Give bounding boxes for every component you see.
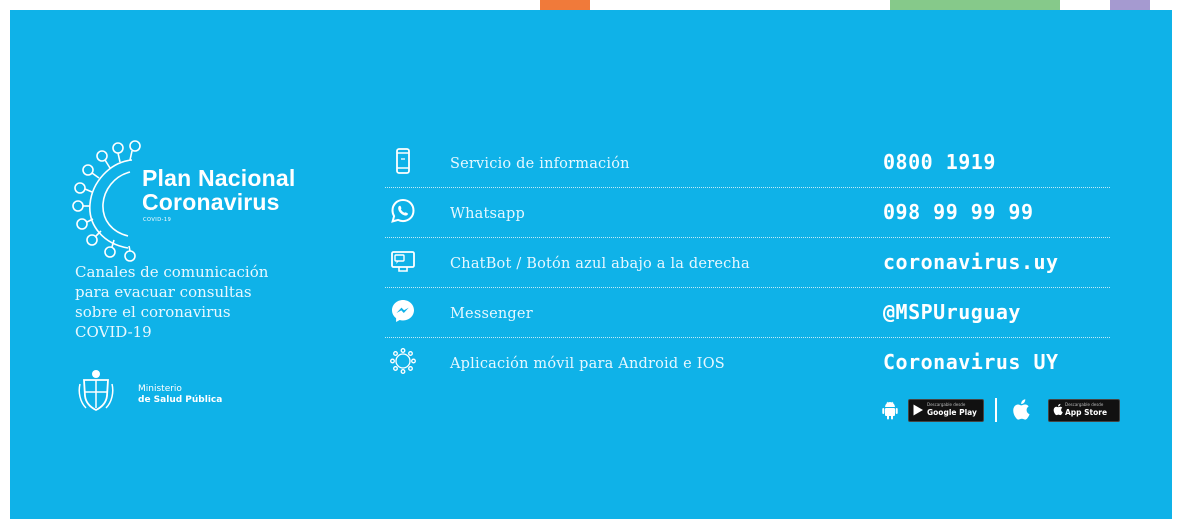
google-play-badge[interactable]: Descargable desde Google Play: [908, 399, 984, 422]
info-banner: Plan Nacional Coronavirus COVID-19 Canal…: [10, 10, 1172, 519]
app-store-badges: Descargable desde Google Play Descargabl…: [882, 398, 1122, 422]
contact-row-mobile-app: Aplicación móvil para Android e IOS Coro…: [385, 338, 1110, 387]
ministry-line1: Ministerio: [138, 384, 182, 394]
contact-row-whatsapp: Whatsapp 098 99 99 99: [385, 188, 1110, 238]
apple-small-icon: [1053, 403, 1063, 416]
top-color-strip: [0, 0, 1182, 10]
channels-description: Canales de comunicación para evacuar con…: [75, 262, 355, 342]
contact-value-app: Coronavirus UY: [883, 350, 1059, 374]
ministry-name: Ministerio de Salud Pública: [138, 384, 222, 406]
contact-label: Servicio de información: [450, 156, 630, 172]
contact-value-phone[interactable]: 0800 1919: [883, 150, 996, 174]
app-store-small-text: Descargable desde: [1065, 402, 1104, 407]
contact-value-whatsapp[interactable]: 098 99 99 99: [883, 200, 1034, 224]
ministry-logo: Ministerio de Salud Pública: [78, 368, 318, 418]
ministry-line2: de Salud Pública: [138, 395, 223, 405]
purple-stripe: [1110, 0, 1150, 10]
orange-stripe: [540, 0, 590, 10]
google-play-label: Google Play: [927, 408, 977, 417]
google-play-small-text: Descargable desde: [927, 402, 966, 407]
plan-title-line1: Plan Nacional: [142, 165, 296, 191]
channels-line: Canales de comunicación: [75, 263, 269, 281]
green-stripe: [890, 0, 1060, 10]
contact-row-info-service: Servicio de información 0800 1919: [385, 138, 1110, 188]
channels-line: COVID-19: [75, 323, 152, 341]
app-store-label: App Store: [1065, 408, 1108, 417]
plan-title: Plan Nacional Coronavirus: [142, 166, 295, 214]
android-icon: [882, 401, 898, 420]
apple-icon: [1013, 399, 1030, 420]
contact-value-messenger[interactable]: @MSPUruguay: [883, 300, 1021, 324]
chat-monitor-icon: [391, 251, 415, 272]
app-store-badge[interactable]: Descargable desde App Store: [1048, 399, 1120, 422]
contact-label: ChatBot / Botón azul abajo a la derecha: [450, 256, 750, 272]
contact-value-website[interactable]: coronavirus.uy: [883, 250, 1059, 274]
contact-label: Aplicación móvil para Android e IOS: [450, 356, 725, 372]
contact-row-messenger: Messenger @MSPUruguay: [385, 288, 1110, 338]
store-divider: [995, 398, 997, 422]
contact-row-chatbot: ChatBot / Botón azul abajo a la derecha …: [385, 238, 1110, 288]
google-play-icon: [913, 404, 923, 416]
contact-channels-list: Servicio de información 0800 1919 Whatsa…: [385, 138, 1110, 387]
coat-of-arms-icon: [78, 370, 114, 412]
channels-line: para evacuar consultas: [75, 283, 252, 301]
app-virus-icon: [390, 348, 416, 374]
contact-label: Messenger: [450, 306, 533, 322]
plan-title-line2: Coronavirus: [142, 189, 280, 215]
contact-label: Whatsapp: [450, 206, 525, 222]
phone-icon: [396, 148, 410, 174]
plan-nacional-logo: Plan Nacional Coronavirus COVID-19: [70, 132, 350, 262]
messenger-icon: [392, 300, 414, 322]
channels-line: sobre el coronavirus: [75, 303, 231, 321]
plan-subtitle: COVID-19: [143, 217, 172, 223]
whatsapp-icon: [391, 198, 415, 223]
